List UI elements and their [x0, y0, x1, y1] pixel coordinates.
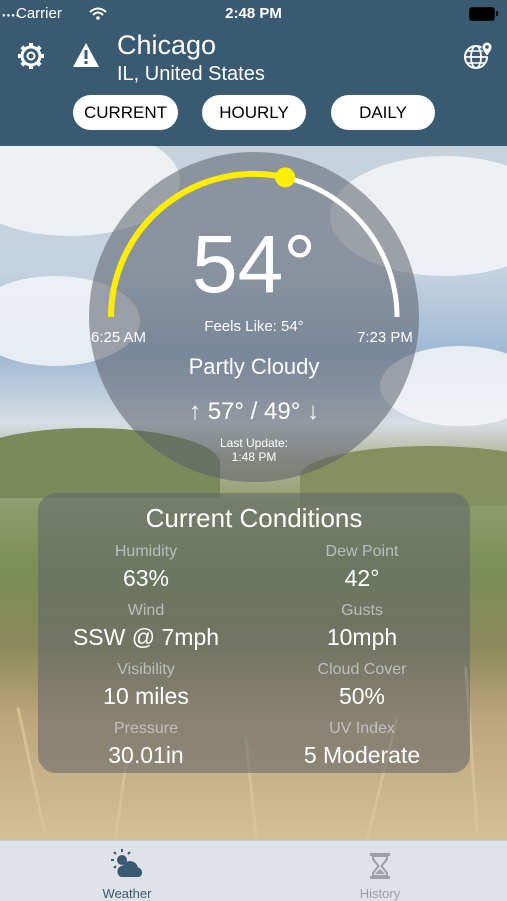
visibility-cell: Visibility 10 miles: [38, 661, 254, 710]
gusts-label: Gusts: [341, 602, 383, 619]
battery-icon: [469, 7, 498, 21]
tab-daily[interactable]: DAILY: [331, 95, 435, 130]
current-temperature: 54°: [191, 219, 316, 310]
pressure-label: Pressure: [113, 720, 179, 737]
weather-icon: [111, 849, 143, 877]
wind-cell: Wind SSW @ 7mph: [38, 602, 254, 651]
visibility-value: 10 miles: [103, 683, 189, 709]
weather-background-image: 54° Feels Like: 54° 6:25 AM 7:23 PM Part…: [0, 146, 507, 840]
panel-title: Current Conditions: [145, 503, 363, 533]
gusts-value: 10mph: [326, 624, 398, 650]
last-update-label: Last Update:: [219, 436, 289, 450]
warning-icon[interactable]: [72, 42, 100, 68]
region-name: IL, United States: [117, 63, 265, 85]
tab-current[interactable]: CURRENT: [73, 95, 178, 130]
wind-label: Wind: [127, 602, 165, 619]
dew-point-label: Dew Point: [325, 543, 399, 560]
condition-text: Partly Cloudy: [188, 354, 320, 379]
hourglass-icon: [370, 853, 390, 879]
tab-weather[interactable]: Weather: [52, 841, 202, 901]
cloud-cover-label: Cloud Cover: [317, 661, 407, 678]
tab-history-label: History: [359, 886, 401, 901]
pressure-cell: Pressure 30.01in: [38, 720, 254, 769]
city-name: Chicago: [117, 30, 217, 60]
humidity-value: 63%: [122, 565, 170, 591]
dew-point-cell: Dew Point 42°: [254, 543, 470, 592]
visibility-label: Visibility: [117, 661, 175, 678]
uv-index-value: 5 Moderate: [303, 742, 421, 768]
current-conditions-panel: Current Conditions Humidity 63% Dew Poin…: [38, 493, 470, 773]
sun-progress-arc: [108, 167, 400, 318]
last-update-time: 1:48 PM: [231, 450, 277, 464]
header: Chicago IL, United States CURRENT HOURLY…: [0, 28, 507, 146]
gear-icon[interactable]: [16, 41, 46, 71]
uv-index-label: UV Index: [329, 720, 395, 737]
humidity-cell: Humidity 63%: [38, 543, 254, 592]
location-globe-icon[interactable]: [462, 40, 494, 72]
high-low-temperature: ↑ 57° / 49° ↓: [189, 398, 319, 425]
tab-hourly[interactable]: HOURLY: [202, 95, 306, 130]
gusts-cell: Gusts 10mph: [254, 602, 470, 651]
tab-history[interactable]: History: [305, 841, 455, 901]
humidity-label: Humidity: [114, 543, 178, 560]
uv-index-cell: UV Index 5 Moderate: [254, 720, 470, 769]
sunrise-time: 6:25 AM: [91, 329, 147, 346]
status-bar: ●●●● Carrier 2:48 PM: [0, 0, 507, 28]
last-update: Last Update: 1:48 PM: [89, 436, 419, 464]
sunset-time: 7:23 PM: [357, 329, 413, 346]
pressure-value: 30.01in: [108, 742, 184, 768]
tab-weather-label: Weather: [102, 886, 152, 901]
cloud-cover-value: 50%: [338, 683, 386, 709]
cloud-cover-cell: Cloud Cover 50%: [254, 661, 470, 710]
dew-point-value: 42°: [344, 565, 380, 591]
clock: 2:48 PM: [225, 5, 282, 22]
tab-bar: Weather History: [0, 840, 507, 901]
sun-position-marker: [275, 167, 296, 188]
wind-value: SSW @ 7mph: [72, 624, 220, 650]
